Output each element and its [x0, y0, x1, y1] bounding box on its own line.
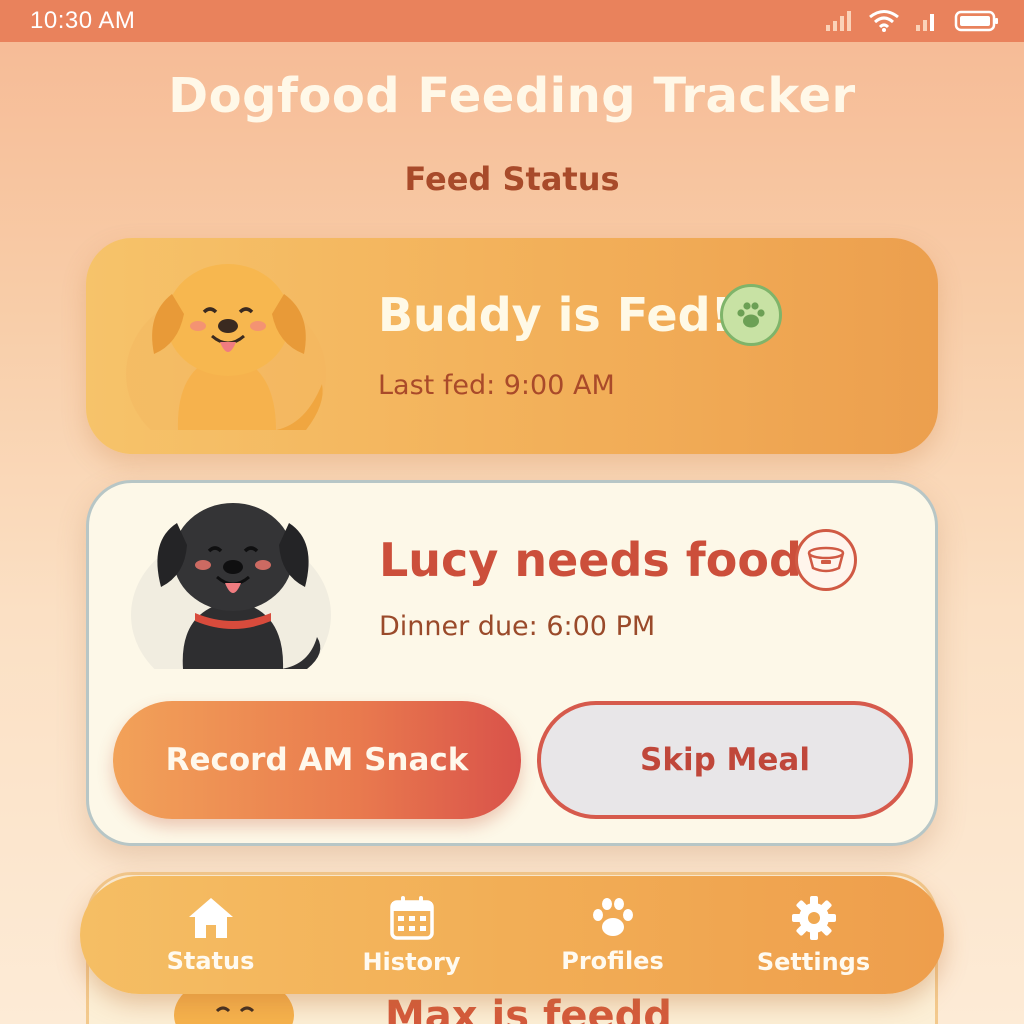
nav-label: Status [166, 947, 255, 975]
nav-label: Profiles [561, 947, 664, 975]
dinner-due-text: Dinner due: 6:00 PM [379, 611, 656, 642]
dog-name: Lucy needs food [379, 533, 802, 587]
battery-icon [954, 10, 998, 32]
nav-item-profiles[interactable]: Profiles [528, 895, 698, 975]
status-bar: 10:30 AM [0, 0, 1024, 42]
nav-label: Settings [756, 948, 871, 976]
dog-card-buddy[interactable]: Buddy is Fed! Last fed: 9:00 AM [86, 238, 938, 454]
buddy-avatar [126, 254, 336, 454]
paw-icon [592, 898, 633, 936]
cellular-signal-2-icon [916, 14, 934, 31]
cellular-signal-icon [826, 11, 851, 31]
nav-item-history[interactable]: History [327, 894, 497, 976]
home-icon [188, 898, 233, 938]
nav-label: History [362, 948, 461, 976]
calendar-icon [389, 896, 434, 940]
bowl-icon [795, 529, 857, 591]
status-time: 10:30 AM [30, 7, 136, 34]
paw-icon [720, 284, 782, 346]
wifi-icon [869, 10, 899, 32]
nav-item-status[interactable]: Status [126, 895, 296, 975]
lucy-avatar [131, 497, 341, 699]
dog-card-lucy[interactable]: Lucy needs food Dinner due: 6:00 PM Reco… [86, 480, 938, 846]
last-fed-text: Last fed: 9:00 AM [378, 370, 615, 401]
record-snack-button[interactable]: Record AM Snack [113, 701, 521, 819]
bottom-nav: Status History Profiles Settings [80, 876, 944, 994]
skip-meal-button[interactable]: Skip Meal [537, 701, 913, 819]
status-icons [824, 9, 1000, 33]
gear-icon [791, 896, 836, 940]
dog-name: Buddy is Fed! [378, 288, 732, 342]
section-title: Feed Status [404, 160, 620, 198]
app-title: Dogfood Feeding Tracker [168, 68, 856, 124]
nav-item-settings[interactable]: Settings [729, 894, 899, 976]
dog-name: Max is feedd [385, 993, 672, 1024]
